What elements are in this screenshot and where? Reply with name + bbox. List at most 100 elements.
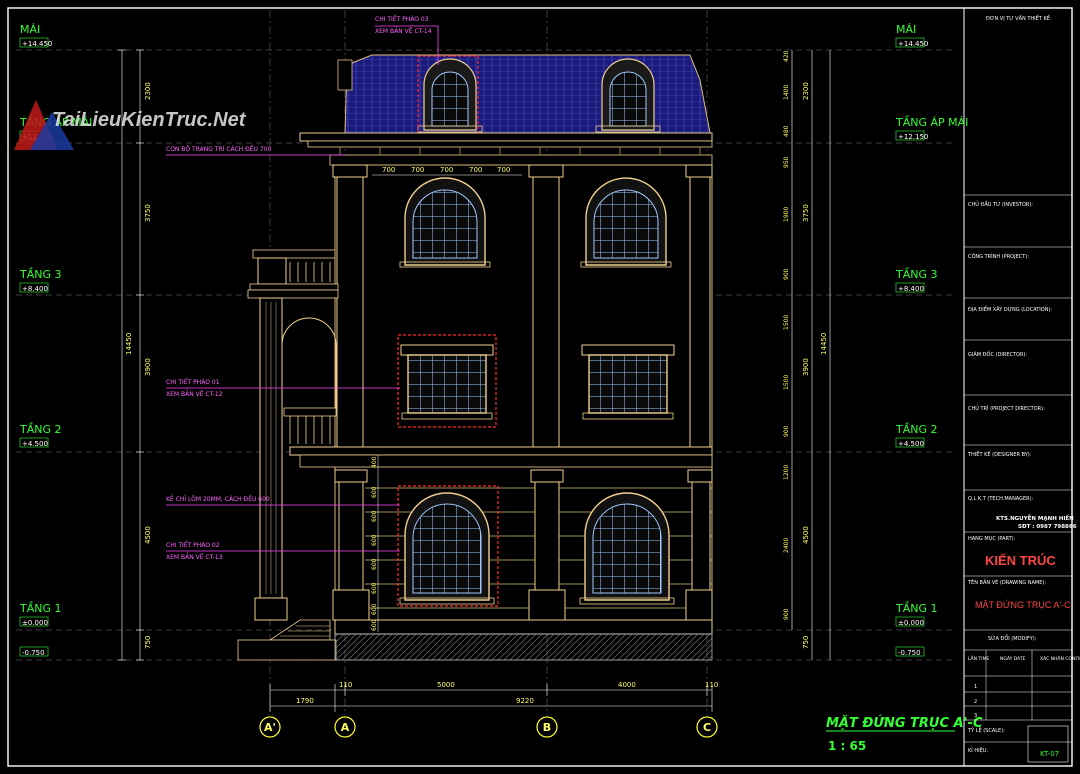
ds3: 600 xyxy=(371,534,378,546)
dri2: 480 xyxy=(783,125,790,137)
n0a: CHI TIẾT PHÀO 03 xyxy=(375,15,429,23)
dri9: 1200 xyxy=(783,465,790,480)
ds5: 600 xyxy=(371,582,378,594)
n2b: XEM BẢN VẼ CT-12 xyxy=(166,390,223,398)
lvR4v: ±0.000 xyxy=(898,619,924,627)
db1: 5000 xyxy=(437,681,455,689)
tb_pd: CHỦ TRÌ (PROJECT DIRECTOR): xyxy=(968,404,1045,412)
chimney xyxy=(337,59,353,91)
ax1: A xyxy=(341,721,350,734)
dt2: 700 xyxy=(440,166,453,174)
bottom-dimension-texts: 110 5000 4000 110 1790 9220 xyxy=(296,681,718,705)
title-block: ĐƠN VỊ TƯ VẤN THIẾT KẾ CHỦ ĐẦU TƯ (INVES… xyxy=(964,14,1080,763)
main-cornice xyxy=(299,132,713,142)
dri1: 1400 xyxy=(783,85,790,100)
window-floor1-left xyxy=(399,492,495,605)
dro0: 2300 xyxy=(802,82,810,100)
tb_c3: XÁC NHẬN CONFIRM xyxy=(1040,655,1080,662)
window-floor2-left xyxy=(400,344,494,420)
db0: 110 xyxy=(339,681,352,689)
axis-bubbles: A' A B C xyxy=(259,716,718,738)
drawing-title: MẶT ĐỨNG TRỤC A'-C 1 : 65 xyxy=(826,715,983,753)
dlo4: 750 xyxy=(144,636,152,649)
tb_shl: KÍ HIỆU: xyxy=(968,746,988,754)
ds6: 600 xyxy=(371,603,378,615)
title-block-frame xyxy=(963,7,1073,767)
n0b: XEM BẢN VẼ CT-14 xyxy=(375,27,432,35)
tb_loc: ĐỊA ĐIỂM XÂY DỰNG (LOCATION): xyxy=(968,305,1052,313)
tb_draw: MẶT ĐỨNG TRỤC A'-C xyxy=(975,600,1071,610)
lvL0v: +14.450 xyxy=(22,40,52,48)
lvR1v: +12.150 xyxy=(898,133,928,141)
lvL4n: TẦNG 1 xyxy=(19,601,62,615)
dro2: 3900 xyxy=(802,358,810,376)
tb_auth: KTS.NGUYỄN MẠNH HIẾN xyxy=(996,514,1074,522)
lvL3n: TẦNG 2 xyxy=(19,422,62,436)
titleName: MẶT ĐỨNG TRỤC A'-C xyxy=(826,715,983,731)
lvR4n: TẦNG 1 xyxy=(895,601,938,615)
dri3: 950 xyxy=(783,156,790,168)
dlo0: 2300 xyxy=(144,82,152,100)
dri5: 900 xyxy=(783,268,790,280)
dri10: 2400 xyxy=(783,538,790,553)
tb_dir: GIÁM ĐỐC (DIRECTOR): xyxy=(968,350,1027,358)
tb_r0: 1 xyxy=(974,684,977,690)
window-floor2-right xyxy=(581,344,675,420)
lvR1n: TẦNG ÁP MÁI xyxy=(895,115,968,129)
n1a: CON BỘ TRANG TRÍ CÁCH ĐỀU 700 xyxy=(166,145,271,153)
db4: 1790 xyxy=(296,697,314,705)
dt3: 700 xyxy=(469,166,482,174)
left-dimension-texts: 2300 3750 3900 4500 750 14450 xyxy=(125,82,152,649)
tb_unit: ĐƠN VỊ TƯ VẤN THIẾT KẾ xyxy=(986,14,1051,22)
tb_part: KIẾN TRÚC xyxy=(985,553,1056,568)
db5: 9220 xyxy=(516,697,534,705)
n4a: CHI TIẾT PHÀO 02 xyxy=(166,541,220,549)
dro3: 4500 xyxy=(802,526,810,544)
lvL0n: MÁI xyxy=(20,23,40,36)
tb_phone: SĐT : 0987 798866 xyxy=(1018,524,1077,530)
lvR3v: +4.500 xyxy=(898,440,924,448)
bottom-dimension-chain xyxy=(269,684,713,712)
building-elevation xyxy=(237,54,713,661)
lvR5v: -0.750 xyxy=(898,649,921,657)
dri6: 1500 xyxy=(783,315,790,330)
cornice-dentils xyxy=(339,147,701,155)
tb_c2: NGÀY DATE xyxy=(1000,655,1026,662)
drt: 14450 xyxy=(820,333,828,355)
dro4: 750 xyxy=(802,636,810,649)
tb_scl: TỶ LỆ (SCALE): xyxy=(967,726,1005,734)
ds2: 600 xyxy=(371,510,378,522)
dri8: 900 xyxy=(783,425,790,437)
dri0: 420 xyxy=(783,50,790,62)
ds0: 400 xyxy=(371,456,378,468)
right-level-markers: MÁI +14.450 TẦNG ÁP MÁI +12.150 TẦNG 3 +… xyxy=(895,23,968,657)
lvL2n: TẦNG 3 xyxy=(19,267,62,281)
dri4: 1900 xyxy=(783,207,790,222)
right-dimension-texts: 420 1400 480 950 1900 900 1500 1500 900 … xyxy=(783,50,828,649)
tb_des: THIẾT KẾ (DESIGNER BY): xyxy=(967,450,1032,458)
tb_inv: CHỦ ĐẦU TƯ (INVESTOR): xyxy=(968,200,1033,208)
watermark-logo: TaiLieuKienTruc.Net xyxy=(14,100,247,150)
tb_mgr: Q.L K.T (TECH.MANAGER): xyxy=(968,496,1034,502)
dri7: 1500 xyxy=(783,375,790,390)
lvR2v: +8.400 xyxy=(898,285,924,293)
titleScale: 1 : 65 xyxy=(828,739,866,753)
lvR0n: MÁI xyxy=(896,23,916,36)
n4b: XEM BẢN VẼ CT-13 xyxy=(166,553,223,561)
dt0: 700 xyxy=(382,166,395,174)
tb_modl: SỬA ĐỔI (MODIFY): xyxy=(988,634,1037,642)
dlo3: 4500 xyxy=(144,526,152,544)
lvR2n: TẦNG 3 xyxy=(895,267,938,281)
tb_r2: 3 xyxy=(974,713,977,719)
ax2: B xyxy=(543,721,551,734)
tb_r1: 2 xyxy=(974,699,977,705)
floor-band xyxy=(289,446,713,456)
dt4: 700 xyxy=(497,166,510,174)
mansard-roof xyxy=(344,54,711,134)
ds4: 600 xyxy=(371,558,378,570)
dri11: 900 xyxy=(783,608,790,620)
ds1: 600 xyxy=(371,486,378,498)
db2: 4000 xyxy=(618,681,636,689)
ds7: 600 xyxy=(371,619,378,631)
dlo2: 3900 xyxy=(144,358,152,376)
